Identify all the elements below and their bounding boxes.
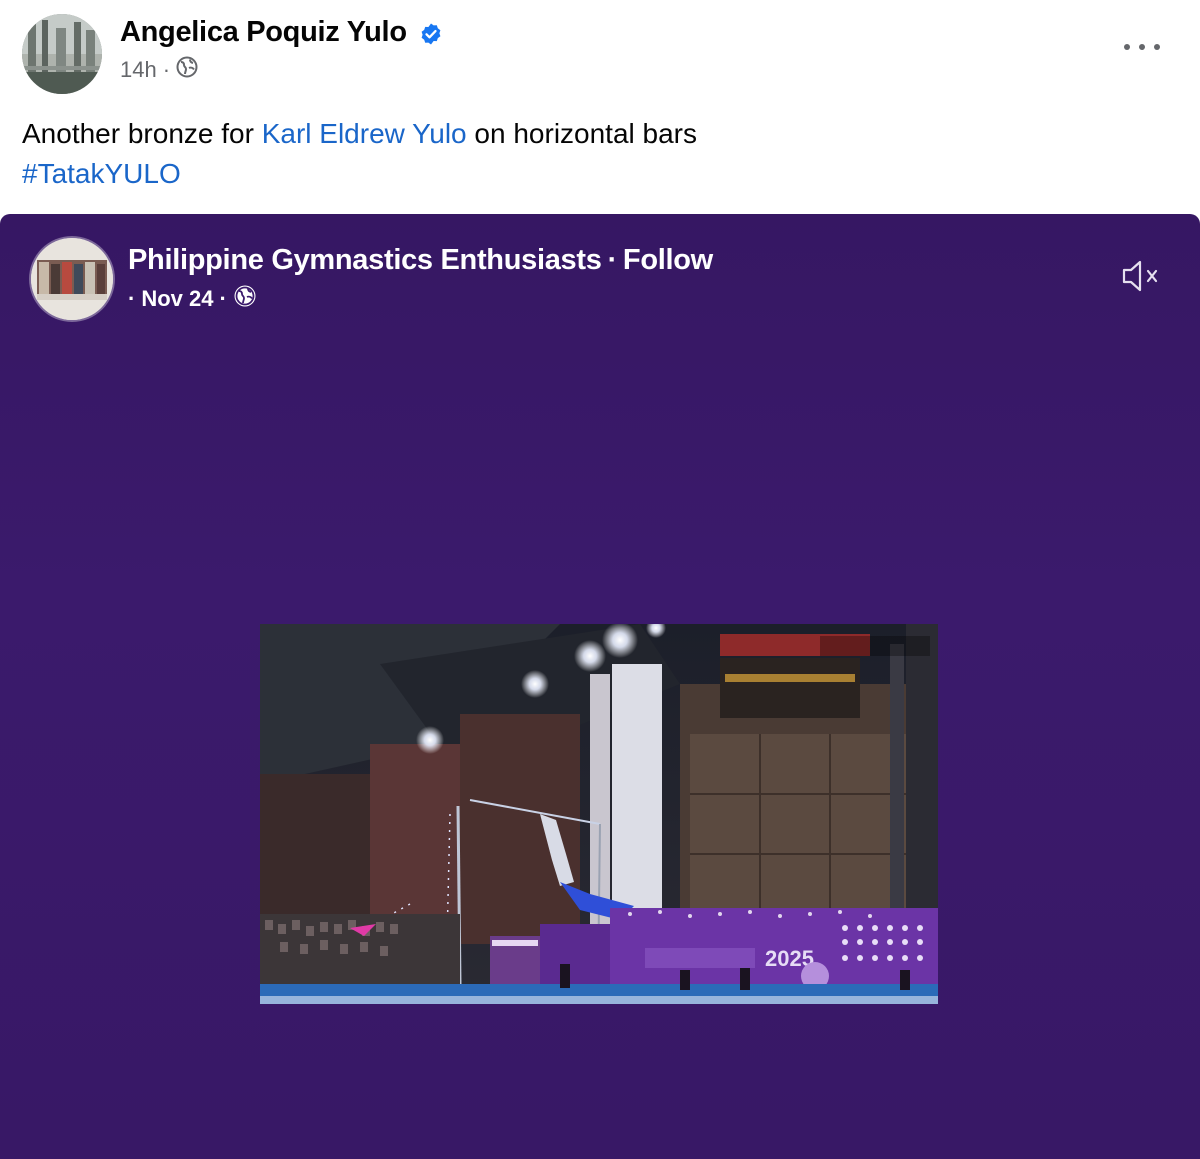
video-player[interactable]: 2025: [260, 624, 938, 1004]
page-avatar[interactable]: [31, 238, 113, 320]
post-meta: 14h ·: [120, 56, 198, 84]
muted-speaker-icon[interactable]: [1120, 258, 1164, 294]
post-time[interactable]: 14h: [120, 57, 157, 83]
hashtag-link[interactable]: #TatakYULO: [22, 158, 181, 189]
caption-line-2: #TatakYULO: [22, 154, 697, 194]
video-frame: 2025: [260, 624, 938, 1004]
meta-separator: ·: [162, 57, 171, 82]
globe-icon: [176, 56, 198, 84]
caption-line-1: Another bronze for Karl Eldrew Yulo on h…: [22, 114, 697, 154]
author-avatar[interactable]: [22, 14, 102, 94]
avatar-photo: [22, 14, 102, 94]
page-name-row: Philippine Gymnastics Enthusiasts · Follow: [128, 244, 713, 277]
caption-text-before: Another bronze for: [22, 118, 262, 149]
caption-text-after: on horizontal bars: [466, 118, 697, 149]
leading-dot: ·: [128, 286, 136, 311]
shared-date[interactable]: Nov 24: [141, 286, 213, 312]
follow-button[interactable]: Follow: [623, 244, 713, 276]
mention-link[interactable]: Karl Eldrew Yulo: [262, 118, 467, 149]
verified-badge-icon: [419, 21, 443, 45]
page-name[interactable]: Philippine Gymnastics Enthusiasts: [128, 244, 602, 276]
shared-post-card[interactable]: Philippine Gymnastics Enthusiasts · Follow…: [0, 214, 1200, 1159]
shared-meta-separator: ·: [219, 286, 227, 311]
shared-meta: · Nov 24 ·: [128, 284, 257, 314]
more-options-icon[interactable]: [1124, 34, 1160, 60]
follow-separator: ·: [607, 244, 618, 276]
page-avatar-photo: [31, 238, 113, 320]
post-caption: Another bronze for Karl Eldrew Yulo on h…: [22, 114, 697, 194]
globe-icon: [233, 284, 257, 314]
author-name[interactable]: Angelica Poquiz Yulo: [120, 16, 407, 49]
author-name-row: Angelica Poquiz Yulo: [120, 16, 443, 49]
post-header: Angelica Poquiz Yulo 14h ·: [0, 0, 1200, 110]
